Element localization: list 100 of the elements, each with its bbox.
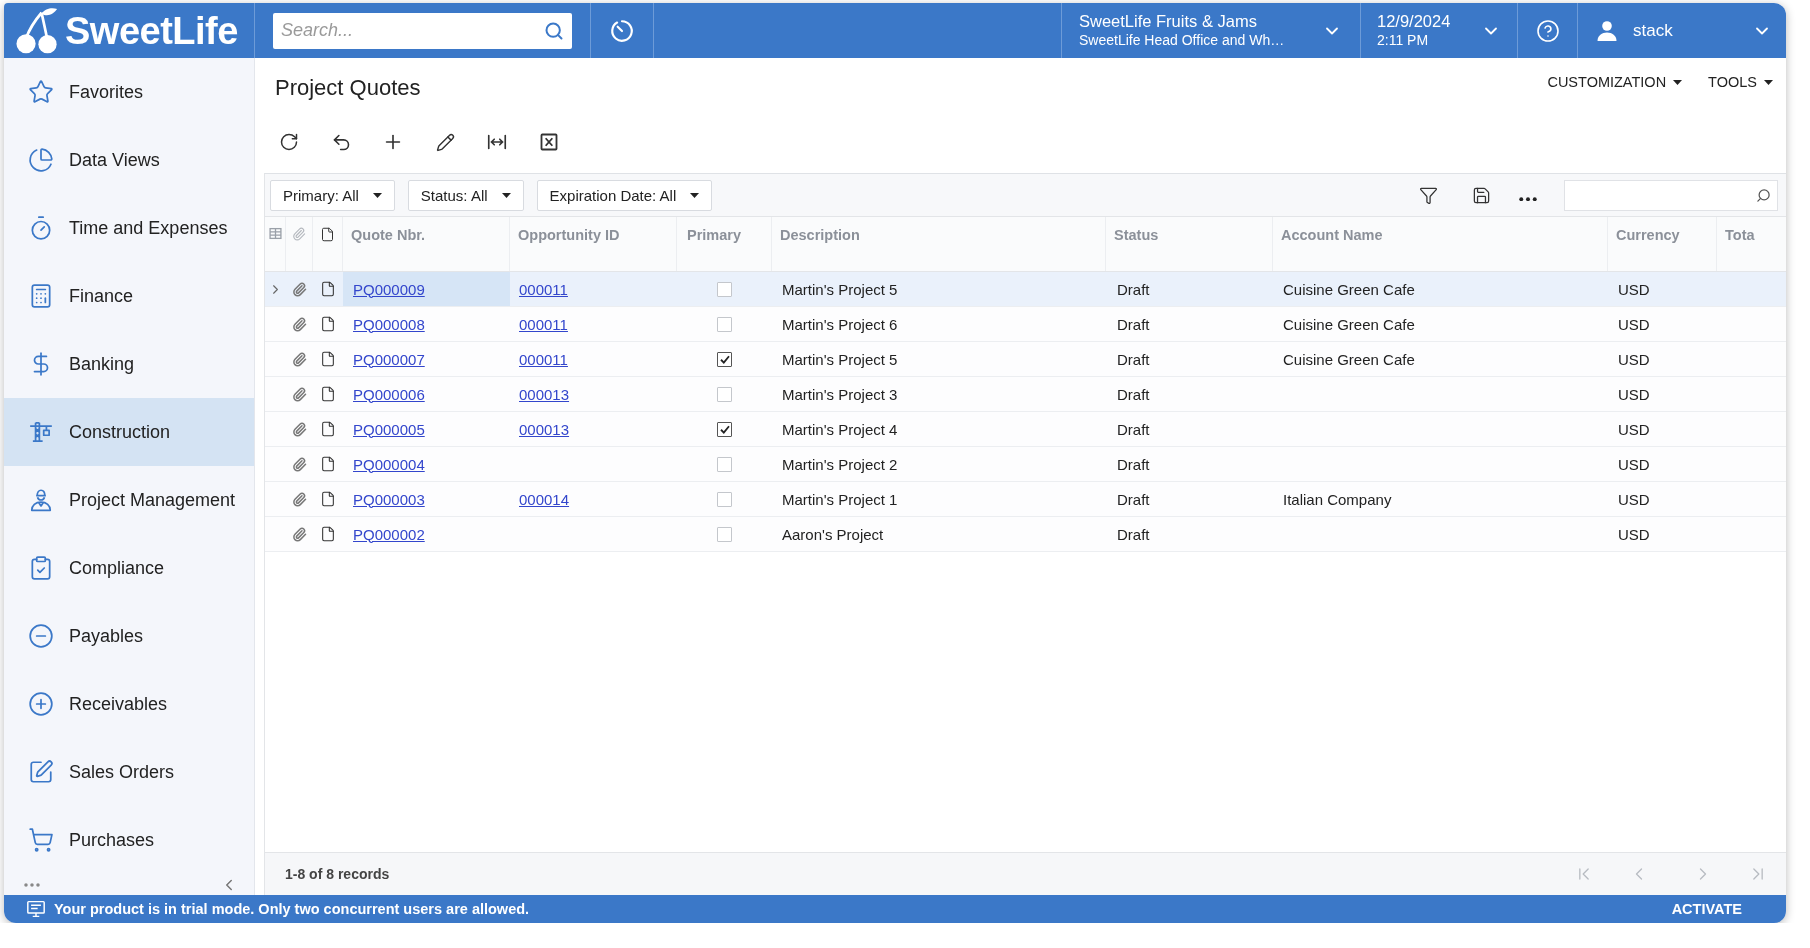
table-cell: Draft — [1117, 315, 1150, 333]
help-icon — [1535, 18, 1560, 43]
quote-link[interactable]: PQ000002 — [353, 525, 425, 543]
file-icon[interactable] — [320, 456, 336, 472]
sidebar-item[interactable]: Compliance — [4, 534, 254, 602]
search-icon[interactable] — [544, 20, 564, 41]
record-count: 1-8 of 8 records — [285, 866, 390, 882]
table-row[interactable]: PQ000009 000011 Martin's Project 5 Draft Cuisine Green Cafe USD — [265, 272, 1786, 307]
checkbox[interactable] — [717, 351, 732, 367]
sidebar-item[interactable]: Receivables — [4, 670, 254, 738]
table-cell: Aaron's Project — [782, 525, 884, 543]
user-menu[interactable]: stack — [1577, 3, 1786, 58]
sidebar-item[interactable]: Project Management — [4, 466, 254, 534]
paperclip-icon[interactable] — [292, 491, 307, 507]
opportunity-link[interactable]: 000013 — [519, 420, 570, 438]
branch-name: SweetLife Head Office and Wh… — [1079, 32, 1285, 49]
sidebar-item[interactable]: Sales Orders — [4, 738, 254, 806]
sidebar-item[interactable]: Payables — [4, 602, 254, 670]
opportunity-link[interactable]: 000011 — [519, 350, 568, 368]
filter-dropdown[interactable]: Status: All — [407, 179, 524, 211]
filter-dropdown[interactable]: Expiration Date: All — [536, 179, 713, 211]
date-text: 12/9/2024 — [1377, 12, 1451, 31]
quote-link[interactable]: PQ000007 — [353, 350, 425, 368]
filter-dropdown[interactable]: Primary: All — [270, 179, 395, 211]
quote-link[interactable]: PQ000009 — [353, 280, 425, 298]
paperclip-icon[interactable] — [292, 316, 307, 332]
opportunity-link[interactable]: 000014 — [519, 490, 570, 508]
sidebar-item[interactable]: Finance — [4, 262, 254, 330]
file-icon[interactable] — [320, 491, 336, 507]
file-icon[interactable] — [320, 351, 336, 367]
table-cell: Italian Company — [1283, 490, 1392, 508]
quote-link[interactable]: PQ000003 — [353, 490, 425, 508]
focused-cell[interactable]: PQ000009 — [343, 272, 510, 306]
table-cell: Martin's Project 6 — [782, 315, 898, 333]
table-cell: Cuisine Green Cafe — [1283, 350, 1415, 368]
table-cell: USD — [1618, 350, 1650, 368]
file-icon[interactable] — [320, 281, 336, 297]
more-icon — [1519, 196, 1537, 202]
check-icon — [719, 424, 730, 434]
table-cell: Martin's Project 2 — [782, 455, 898, 473]
check-icon — [719, 354, 730, 364]
search-field[interactable]: Search... — [273, 12, 572, 49]
file-icon[interactable] — [320, 386, 336, 402]
menu-button[interactable]: CUSTOMIZATION — [1547, 74, 1683, 90]
sidebar-item[interactable]: Construction — [4, 398, 254, 466]
filter-icon — [1418, 185, 1438, 205]
sidebar-item[interactable]: Time and Expenses — [4, 194, 254, 262]
opportunity-link[interactable]: 000013 — [519, 385, 570, 403]
company-selector[interactable]: SweetLife Fruits & Jams SweetLife Head Office and Wh… — [1061, 3, 1360, 58]
paperclip-icon[interactable] — [292, 351, 307, 367]
quote-link[interactable]: PQ000006 — [353, 385, 425, 403]
table-row[interactable]: PQ000003 000014 Martin's Project 1 Draft Italian Company USD — [265, 482, 1786, 517]
cherries-icon — [16, 7, 58, 54]
paperclip-icon[interactable] — [292, 386, 307, 402]
sidebar-item[interactable]: Purchases — [4, 806, 254, 874]
activate-button[interactable]: ACTIVATE — [1671, 901, 1742, 917]
time-text: 2:11 PM — [1377, 32, 1430, 49]
pencil-icon — [435, 132, 455, 152]
opportunity-link[interactable]: 000011 — [519, 315, 568, 333]
file-icon[interactable] — [320, 316, 336, 332]
table-cell: USD — [1618, 420, 1650, 438]
sidebar-item[interactable]: Banking — [4, 330, 254, 398]
table-cell: USD — [1618, 455, 1650, 473]
table-cell: Martin's Project 5 — [782, 350, 898, 368]
save-icon — [1471, 185, 1491, 205]
table-row[interactable]: PQ000006 000013 Martin's Project 3 Draft USD — [265, 377, 1786, 412]
file-icon[interactable] — [320, 526, 336, 542]
table-row[interactable]: PQ000005 000013 Martin's Project 4 Draft USD — [265, 412, 1786, 447]
grid-icon[interactable] — [268, 227, 282, 240]
table-row[interactable]: PQ000007 000011 Martin's Project 5 Draft Cuisine Green Cafe USD — [265, 342, 1786, 377]
table-cell: Cuisine Green Cafe — [1283, 315, 1415, 333]
sidebar-item[interactable]: Favorites — [4, 58, 254, 126]
cart-icon — [28, 827, 54, 853]
table-cell: Martin's Project 4 — [782, 420, 898, 438]
checkbox[interactable] — [717, 421, 732, 437]
grid-search-field[interactable] — [1564, 179, 1778, 211]
file-icon[interactable] — [320, 421, 336, 437]
search-icon[interactable] — [1756, 187, 1771, 203]
opportunity-link[interactable]: 000011 — [519, 280, 568, 298]
paperclip-icon[interactable] — [292, 526, 307, 542]
more-button[interactable] — [24, 882, 40, 887]
date-selector[interactable]: 12/9/2024 2:11 PM — [1360, 3, 1517, 58]
quote-link[interactable]: PQ000005 — [353, 420, 425, 438]
paperclip-icon[interactable] — [292, 456, 307, 472]
table-row[interactable]: PQ000008 000011 Martin's Project 6 Draft Cuisine Green Cafe USD — [265, 307, 1786, 342]
caret-icon — [1673, 79, 1683, 85]
caret-icon — [1764, 79, 1773, 85]
paperclip-icon[interactable] — [292, 281, 307, 297]
quote-link[interactable]: PQ000004 — [353, 455, 425, 473]
table-cell: Draft — [1117, 350, 1150, 368]
table-row[interactable]: PQ000002 Aaron's Project Draft USD — [265, 517, 1786, 552]
sidebar-item[interactable]: Data Views — [4, 126, 254, 194]
page-title: Project Quotes — [275, 75, 421, 101]
table-row[interactable]: PQ000004 Martin's Project 2 Draft USD — [265, 447, 1786, 482]
refresh-icon — [279, 132, 299, 152]
quote-link[interactable]: PQ000008 — [353, 315, 425, 333]
paperclip-icon[interactable] — [292, 421, 307, 437]
table-cell: Martin's Project 1 — [782, 490, 898, 508]
menu-button[interactable]: TOOLS — [1708, 74, 1773, 90]
logo-text: SweetLife — [65, 11, 238, 50]
